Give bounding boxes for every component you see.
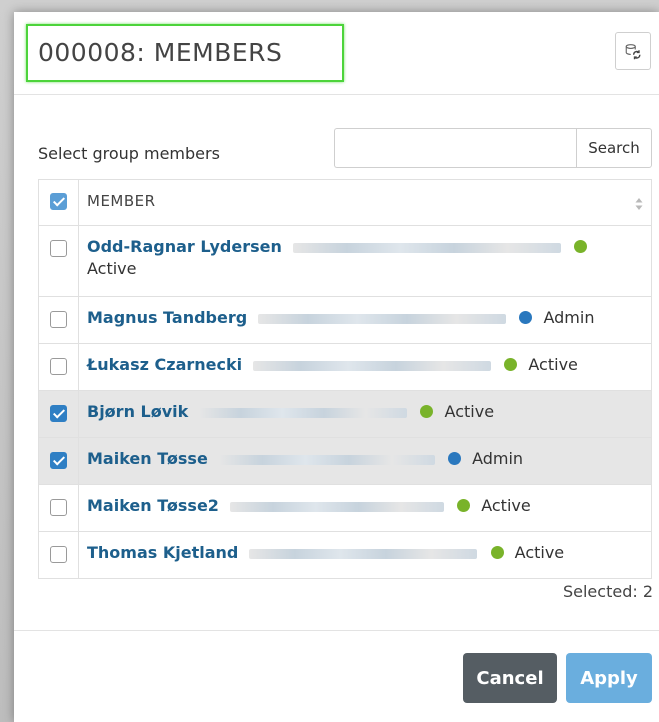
table-header-row: MEMBER	[39, 180, 651, 225]
member-role: Active	[514, 543, 565, 562]
refresh-button[interactable]	[615, 32, 651, 70]
row-member-cell: Odd-Ragnar Lydersen Active	[79, 226, 651, 296]
member-email-redacted	[249, 548, 478, 559]
sort-icon[interactable]	[635, 197, 643, 211]
member-email-redacted	[218, 454, 435, 465]
member-email-redacted	[258, 313, 507, 324]
status-dot	[457, 499, 471, 512]
table-row[interactable]: Thomas Kjetland Active	[39, 531, 651, 578]
select-members-label: Select group members	[38, 144, 220, 163]
member-role: Admin	[472, 449, 524, 468]
table-row[interactable]: Łukasz Czarnecki Active	[39, 343, 651, 390]
row-member-cell: Bjørn Løvik Active	[79, 391, 651, 437]
column-title-member: MEMBER	[87, 192, 156, 210]
search-input[interactable]	[334, 128, 576, 168]
member-name[interactable]: Bjørn Løvik	[87, 402, 188, 421]
member-role: Active	[444, 402, 495, 421]
row-checkbox[interactable]	[50, 405, 67, 422]
status-dot	[519, 311, 533, 324]
row-member-cell: Łukasz Czarnecki Active	[79, 344, 651, 390]
select-all-checkbox[interactable]	[50, 193, 67, 210]
member-name[interactable]: Łukasz Czarnecki	[87, 355, 242, 374]
search-button[interactable]: Search	[576, 128, 652, 168]
row-check-cell	[39, 438, 79, 484]
search-group: Search	[334, 128, 652, 168]
selected-count: Selected: 2	[562, 582, 653, 601]
header-member-cell: MEMBER	[79, 180, 651, 225]
status-dot	[447, 452, 461, 465]
row-check-cell	[39, 391, 79, 437]
row-member-cell: Maiken Tøsse Admin	[79, 438, 651, 484]
dialog-title: 000008: MEMBERS	[38, 38, 283, 67]
row-checkbox[interactable]	[50, 499, 67, 516]
table-row[interactable]: Bjørn Løvik Active	[39, 390, 651, 437]
member-email-redacted	[199, 407, 408, 418]
member-role: Active	[528, 355, 578, 374]
dialog-header: 000008: MEMBERS	[14, 12, 659, 95]
footer-divider	[14, 630, 659, 631]
table-row[interactable]: Maiken Tøsse2 Active	[39, 484, 651, 531]
header-check-cell	[39, 180, 79, 225]
row-member-cell: Thomas Kjetland Active	[79, 532, 651, 578]
member-email-redacted	[253, 360, 492, 371]
row-member-cell: Maiken Tøsse2 Active	[79, 485, 651, 531]
member-role: Active	[481, 496, 531, 515]
row-checkbox[interactable]	[50, 240, 67, 257]
member-email-redacted	[230, 501, 445, 512]
row-check-cell	[39, 226, 79, 296]
row-check-cell	[39, 344, 79, 390]
apply-button[interactable]: Apply	[566, 653, 652, 703]
row-checkbox[interactable]	[50, 452, 67, 469]
table-row[interactable]: Magnus Tandberg Admin	[39, 296, 651, 343]
member-name[interactable]: Maiken Tøsse	[87, 449, 208, 468]
status-dot	[420, 405, 434, 418]
status-dot	[504, 358, 518, 371]
member-name[interactable]: Magnus Tandberg	[87, 308, 247, 327]
table-row[interactable]: Maiken Tøsse Admin	[39, 437, 651, 484]
status-dot	[574, 240, 588, 253]
row-check-cell	[39, 532, 79, 578]
members-dialog: 000008: MEMBERS Select group members Sea…	[14, 12, 659, 722]
member-role: Active	[87, 259, 137, 278]
row-checkbox[interactable]	[50, 311, 67, 328]
row-check-cell	[39, 297, 79, 343]
status-dot	[490, 546, 504, 559]
row-checkbox[interactable]	[50, 358, 67, 375]
member-name[interactable]: Maiken Tøsse2	[87, 496, 219, 515]
refresh-icon	[625, 44, 641, 60]
member-name[interactable]: Thomas Kjetland	[87, 543, 238, 562]
member-email-redacted	[292, 242, 561, 253]
cancel-button[interactable]: Cancel	[463, 653, 557, 703]
row-member-cell: Magnus Tandberg Admin	[79, 297, 651, 343]
row-checkbox[interactable]	[50, 546, 67, 563]
member-name[interactable]: Odd-Ragnar Lydersen	[87, 237, 282, 256]
member-role: Admin	[543, 308, 595, 327]
row-check-cell	[39, 485, 79, 531]
table-row[interactable]: Odd-Ragnar Lydersen Active	[39, 225, 651, 296]
members-table: MEMBER Odd-Ragnar Lydersen Active Magnus…	[38, 179, 652, 579]
